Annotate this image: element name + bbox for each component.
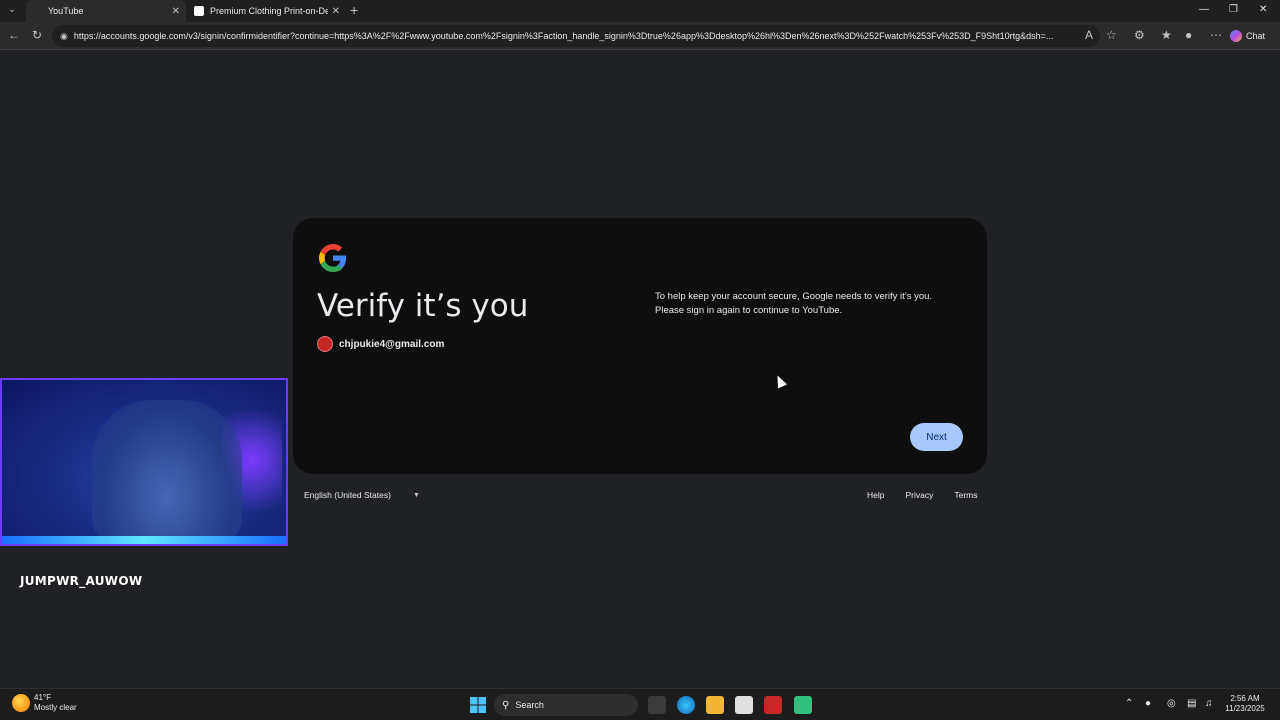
language-selector[interactable]: English (United States) ▼ [304, 490, 420, 500]
next-button[interactable]: Next [910, 423, 963, 451]
task-view-icon[interactable] [648, 696, 666, 714]
profile-icon[interactable]: ● [1185, 28, 1192, 42]
microphone-icon[interactable]: ◎ [1167, 698, 1176, 709]
privacy-link[interactable]: Privacy [905, 490, 933, 500]
tab-premium-clothing[interactable]: Premium Clothing Print-on-Dem ✕ [188, 0, 346, 22]
taskbar-search[interactable]: ⚲ Search [494, 694, 638, 716]
tab-title: YouTube [48, 6, 84, 16]
webcam-person [92, 400, 242, 540]
chevron-down-icon: ▼ [412, 491, 420, 499]
search-label: Search [515, 700, 544, 710]
tray-app-icon[interactable]: ● [1145, 698, 1151, 709]
weather-widget[interactable]: 41°F Mostly clear [12, 693, 77, 713]
footer-links: Help Privacy Terms [867, 490, 978, 500]
loading-spinner-icon[interactable]: ↻ [32, 28, 42, 42]
close-tab-icon[interactable]: ✕ [172, 6, 180, 17]
google-logo-icon [319, 244, 347, 272]
system-clock[interactable]: 2:56 AM 11/23/2025 [1220, 694, 1270, 714]
favorite-star-icon[interactable]: ☆ [1106, 28, 1117, 42]
more-options-icon[interactable]: ⋯ [1210, 28, 1222, 42]
taskbar: 41°F Mostly clear ⚲ Search ⌃ ● ◎ ▤ ♫ 2:5… [0, 688, 1280, 720]
account-chip[interactable]: chjpukie4@gmail.com [317, 336, 444, 352]
avatar [317, 336, 333, 352]
extensions-icon[interactable]: ⚙ [1134, 28, 1145, 42]
start-icon[interactable] [469, 696, 487, 714]
file-explorer-icon[interactable] [706, 696, 724, 714]
account-email: chjpukie4@gmail.com [339, 338, 445, 350]
help-link[interactable]: Help [867, 490, 884, 500]
clock-date: 11/23/2025 [1225, 704, 1265, 713]
site-favicon-icon [194, 6, 204, 16]
tab-title: Premium Clothing Print-on-Dem [210, 6, 328, 16]
browser-toolbar: ← ↻ ◉ https://accounts.google.com/v3/sig… [0, 22, 1280, 50]
url-text: https://accounts.google.com/v3/signin/co… [73, 31, 1054, 41]
streamer-name: JUMPWR_AUWOW [20, 574, 143, 588]
network-icon[interactable]: ▤ [1187, 698, 1196, 709]
weather-icon [12, 694, 30, 712]
copilot-chat-button[interactable]: Chat [1230, 26, 1276, 46]
search-icon: ⚲ [502, 699, 510, 711]
page-title: Verify it’s you [317, 288, 529, 324]
new-tab-icon[interactable]: + [350, 2, 358, 18]
close-window-icon[interactable]: ✕ [1259, 4, 1267, 15]
webcam-glow [2, 536, 286, 544]
back-arrow-icon[interactable]: ← [8, 28, 20, 42]
close-tab-icon[interactable]: ✕ [332, 6, 340, 17]
weather-desc: Mostly clear [34, 703, 77, 712]
show-hidden-icons-icon[interactable]: ⌃ [1125, 698, 1133, 709]
minimize-icon[interactable]: — [1199, 4, 1209, 15]
copilot-icon [1230, 30, 1242, 42]
read-aloud-icon[interactable]: A [1085, 28, 1093, 42]
chat-label: Chat [1246, 31, 1266, 41]
clock-time: 2:56 AM [1230, 694, 1260, 703]
edge-icon[interactable] [677, 696, 695, 714]
adobe-icon[interactable] [764, 696, 782, 714]
favorites-icon[interactable]: ★ [1161, 28, 1172, 42]
site-info-icon[interactable]: ◉ [60, 31, 68, 42]
address-bar[interactable]: ◉ https://accounts.google.com/v3/signin/… [52, 25, 1100, 47]
tab-actions-menu-icon[interactable]: ⌄ [4, 4, 20, 18]
verify-card: Verify it’s you chjpukie4@gmail.com To h… [293, 218, 987, 474]
tab-strip: ⌄ YouTube ✕ Premium Clothing Print-on-De… [0, 0, 1280, 22]
youtube-favicon-icon [32, 6, 42, 16]
language-label: English (United States) [304, 490, 391, 500]
app-icon[interactable] [794, 696, 812, 714]
volume-icon[interactable]: ♫ [1205, 698, 1213, 709]
restore-icon[interactable]: ❐ [1229, 4, 1238, 15]
terms-link[interactable]: Terms [954, 490, 977, 500]
tab-youtube[interactable]: YouTube ✕ [26, 0, 186, 22]
weather-temp: 41°F [34, 693, 51, 702]
verify-message: To help keep your account secure, Google… [655, 291, 933, 316]
store-icon[interactable] [735, 696, 753, 714]
webcam-overlay [0, 378, 288, 546]
page-content: Verify it’s you chjpukie4@gmail.com To h… [0, 50, 1280, 686]
